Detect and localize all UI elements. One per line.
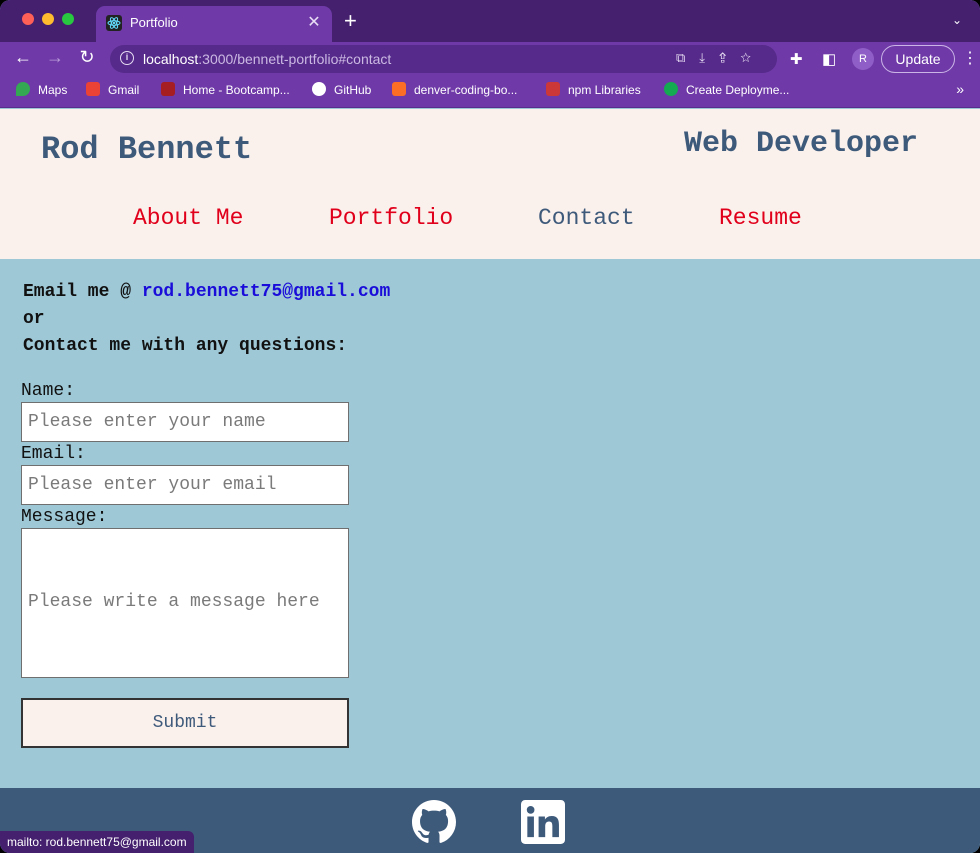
close-window-button[interactable] <box>22 13 34 25</box>
maps-icon <box>16 82 30 96</box>
site-role: Web Developer <box>684 127 919 161</box>
submit-button[interactable]: Submit <box>21 698 349 748</box>
contact-heading: Contact me with any questions: <box>23 336 348 356</box>
bookmark-mongodb[interactable]: Create Deployme... <box>664 82 789 97</box>
bootcamp-icon <box>161 82 175 96</box>
site-header: Rod Bennett Web Developer About Me Portf… <box>0 109 980 259</box>
maximize-window-button[interactable] <box>62 13 74 25</box>
extensions-icon[interactable]: ✚ <box>790 50 803 68</box>
browser-toolbar: ← → ↻ i localhost:3000/bennett-portfolio… <box>0 42 980 76</box>
react-icon <box>106 15 122 31</box>
github-icon <box>312 82 326 96</box>
url-text: localhost:3000/bennett-portfolio#contact <box>143 51 391 67</box>
mongodb-icon <box>664 82 678 96</box>
name-input[interactable]: Please enter your name <box>21 402 349 442</box>
bookmark-gitlab[interactable]: denver-coding-bo... <box>392 82 517 97</box>
update-button[interactable]: Update <box>881 45 955 73</box>
close-tab-icon[interactable]: ✕ <box>304 12 324 32</box>
browser-window: Portfolio ✕ + ⌄ ← → ↻ i localhost:3000/b… <box>0 0 980 853</box>
bookmark-label: GitHub <box>334 83 372 97</box>
reload-button[interactable]: ↻ <box>76 47 98 68</box>
name-label: Name: <box>21 381 76 401</box>
bookmark-label: Home - Bootcamp... <box>183 83 290 97</box>
minimize-window-button[interactable] <box>42 13 54 25</box>
message-label: Message: <box>21 507 108 527</box>
url-path: :3000/bennett-portfolio#contact <box>198 51 392 67</box>
bookmark-star-icon[interactable]: ☆ <box>740 50 765 65</box>
tab-strip: Portfolio ✕ + ⌄ <box>0 0 980 42</box>
bookmark-npm[interactable]: npm Libraries <box>546 82 641 97</box>
email-line: Email me @ rod.bennett75@gmail.com <box>23 282 390 302</box>
or-text: or <box>23 309 45 329</box>
tab-portfolio[interactable]: Portfolio ✕ <box>96 6 332 42</box>
side-panel-icon[interactable]: ◧ <box>822 50 836 68</box>
back-button[interactable]: ← <box>12 47 34 68</box>
install-icon[interactable]: ⤓ <box>699 50 719 65</box>
bookmark-label: Gmail <box>108 83 140 97</box>
bookmark-maps[interactable]: Maps <box>16 82 67 97</box>
gitlab-icon <box>392 82 406 96</box>
new-tab-button[interactable]: + <box>344 8 357 34</box>
profile-avatar[interactable]: R <box>852 48 874 70</box>
email-prefix: Email me @ <box>23 282 142 302</box>
email-link[interactable]: rod.bennett75@gmail.com <box>142 282 390 302</box>
more-bookmarks-button[interactable]: » <box>956 81 964 97</box>
email-input[interactable]: Please enter your email <box>21 465 349 505</box>
tab-title: Portfolio <box>130 15 178 30</box>
message-textarea[interactable]: Please write a message here <box>21 528 349 678</box>
github-icon[interactable] <box>412 800 456 844</box>
linkedin-icon[interactable] <box>521 800 565 844</box>
nav-about-me[interactable]: About Me <box>133 205 243 231</box>
tab-search-icon[interactable]: ⌄ <box>952 13 962 27</box>
bookmark-label: npm Libraries <box>568 83 641 97</box>
npm-icon <box>546 82 560 96</box>
forward-button[interactable]: → <box>44 47 66 68</box>
bookmark-github[interactable]: GitHub <box>312 82 371 97</box>
address-bar[interactable]: i localhost:3000/bennett-portfolio#conta… <box>110 45 777 73</box>
gmail-icon <box>86 82 100 96</box>
bookmark-bootcamp[interactable]: Home - Bootcamp... <box>161 82 290 97</box>
web-page: Rod Bennett Web Developer About Me Portf… <box>0 109 980 853</box>
nav-portfolio[interactable]: Portfolio <box>329 205 453 231</box>
nav-contact[interactable]: Contact <box>538 205 635 231</box>
site-name: Rod Bennett <box>41 131 253 168</box>
bookmark-label: Maps <box>38 83 68 97</box>
open-external-icon[interactable]: ⧉ <box>676 50 699 65</box>
nav-resume[interactable]: Resume <box>719 205 802 231</box>
url-host: localhost <box>143 51 199 67</box>
bookmark-gmail[interactable]: Gmail <box>86 82 139 97</box>
email-label: Email: <box>21 444 86 464</box>
bookmark-label: denver-coding-bo... <box>414 83 518 97</box>
bookmark-label: Create Deployme... <box>686 83 790 97</box>
site-info-icon[interactable]: i <box>120 51 134 65</box>
status-bar: mailto: rod.bennett75@gmail.com <box>0 831 194 853</box>
bookmarks-bar: Maps Gmail Home - Bootcamp... GitHub den… <box>0 76 980 108</box>
share-icon[interactable]: ⇪ <box>719 50 740 65</box>
browser-menu-icon[interactable]: ⋮ <box>962 48 978 68</box>
address-bar-actions: ⧉⤓⇪☆ <box>676 50 765 66</box>
